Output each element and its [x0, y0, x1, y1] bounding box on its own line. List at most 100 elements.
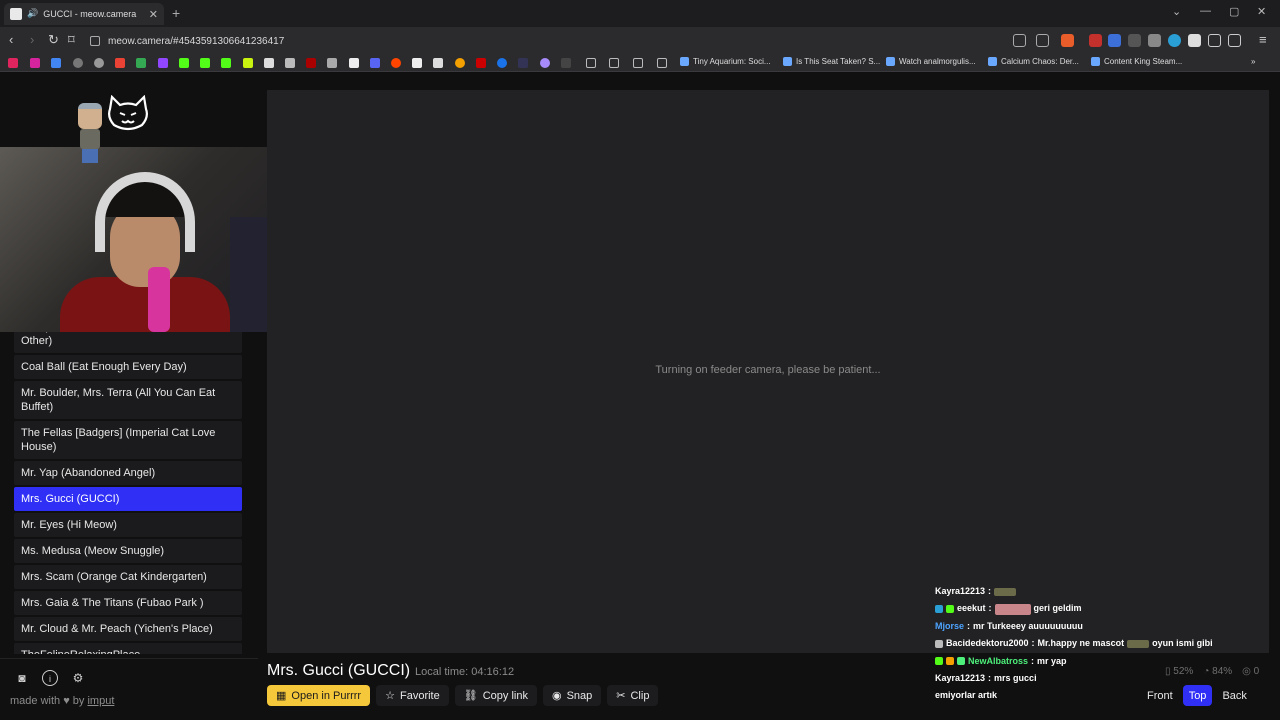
info-icon[interactable]: i [42, 670, 58, 686]
favorite-button[interactable]: ☆ Favorite [376, 685, 449, 706]
camera-list-item[interactable]: Ms. Medusa (Meow Snuggle) [14, 539, 242, 563]
bookmark-favicon-icon[interactable] [306, 58, 316, 68]
more-bookmarks-icon[interactable]: » [1251, 57, 1255, 66]
bookmark-link[interactable]: Content King Steam... [1091, 57, 1182, 66]
star-icon: ☆ [385, 690, 395, 702]
bookmarks-bar: Tiny Aquarium: Soci... Is This Seat Take… [0, 54, 1280, 72]
camera-icon: ◉ [551, 690, 562, 702]
forward-icon[interactable]: › [30, 32, 34, 47]
bookmark-favicon-icon[interactable] [73, 58, 83, 68]
bookmark-icon[interactable]: ⌑ [68, 32, 75, 48]
bookmark-favicon-icon[interactable] [497, 58, 507, 68]
maximize-icon[interactable]: ▢ [1229, 5, 1239, 18]
camera-player[interactable]: Turning on feeder camera, please be pati… [267, 90, 1269, 653]
camera-list-item[interactable]: TheFelineRelaxingPlace [14, 643, 242, 654]
cat-logo-icon [108, 95, 148, 131]
bookmark-favicon-icon[interactable] [221, 58, 231, 68]
close-window-icon[interactable]: ✕ [1257, 5, 1266, 18]
camera-list-item[interactable]: Mr. Yap (Abandoned Angel) [14, 461, 242, 485]
settings-gear-icon[interactable]: ⚙ [70, 670, 86, 686]
extension-icon[interactable] [1128, 34, 1141, 47]
bookmark-link[interactable]: Is This Seat Taken? S... [783, 57, 880, 66]
scissors-icon: ✂ [616, 690, 626, 702]
folder-icon[interactable] [586, 58, 596, 68]
author-link[interactable]: imput [87, 695, 114, 707]
bookmark-favicon-icon[interactable] [200, 58, 210, 68]
tab-search-icon[interactable]: ⌄ [1172, 5, 1181, 18]
extension-icon[interactable] [1168, 34, 1181, 47]
extensions-puzzle-icon[interactable] [1208, 34, 1221, 47]
bookmark-favicon-icon[interactable] [264, 58, 274, 68]
bookmark-favicon-icon[interactable] [412, 58, 422, 68]
bookmark-favicon-icon[interactable] [94, 58, 104, 68]
bookmark-link[interactable]: Watch analmorgulis... [886, 57, 976, 66]
discord-icon[interactable]: ◙ [14, 670, 30, 686]
copy-link-button[interactable]: ⛓ Copy link [454, 685, 537, 706]
folder-icon[interactable] [657, 58, 667, 68]
menu-icon[interactable]: ≡ [1259, 32, 1267, 47]
bookmark-favicon-icon[interactable] [391, 58, 401, 68]
bookmark-favicon-icon[interactable] [476, 58, 486, 68]
page: Bob (Harbor Of Cats Who Love Each Other)… [0, 73, 1280, 720]
snap-button[interactable]: ◉ Snap [542, 685, 602, 706]
bookmark-favicon-icon[interactable] [158, 58, 168, 68]
camera-list[interactable]: Bob (Harbor Of Cats Who Love Each Other)… [14, 323, 242, 654]
bookmark-favicon-icon[interactable] [51, 58, 61, 68]
camera-list-item[interactable]: Coal Ball (Eat Enough Every Day) [14, 355, 242, 379]
folder-icon[interactable] [633, 58, 643, 68]
browser-tab-bar: 🔊 GUCCI - meow.camera ✕ + ⌄ — ▢ ✕ [0, 0, 1280, 27]
bookmark-favicon-icon[interactable] [349, 58, 359, 68]
open-in-purrrr-button[interactable]: ▦ Open in Purrrr [267, 685, 371, 706]
minimize-icon[interactable]: — [1200, 5, 1211, 17]
new-tab-icon[interactable]: + [172, 5, 180, 21]
bookmark-favicon-icon[interactable] [30, 58, 40, 68]
extension-icon[interactable] [1108, 34, 1121, 47]
extension-icon[interactable] [1148, 34, 1161, 47]
bookmark-favicon-icon[interactable] [455, 58, 465, 68]
close-tab-icon[interactable]: ✕ [149, 8, 158, 21]
headphones [95, 172, 195, 252]
audio-icon[interactable]: 🔊 [27, 8, 38, 20]
bookmark-favicon-icon[interactable] [136, 58, 146, 68]
bookmark-favicon-icon[interactable] [115, 58, 125, 68]
extension-icon[interactable] [1188, 34, 1201, 47]
bookmark-favicon-icon[interactable] [433, 58, 443, 68]
heart-icon: ♥ [63, 695, 70, 707]
sidebar-toggle-icon[interactable] [1228, 34, 1241, 47]
url-field[interactable]: meow.camera/#4543591306641236417 [90, 32, 1050, 50]
bookmark-favicon-icon[interactable] [243, 58, 253, 68]
bookmark-favicon-icon[interactable] [8, 58, 18, 68]
reload-icon[interactable]: ↻ [48, 32, 59, 48]
back-icon[interactable]: ‹ [9, 32, 13, 47]
camera-list-item[interactable]: Mrs. Scam (Orange Cat Kindergarten) [14, 565, 242, 589]
site-icon [886, 57, 895, 66]
share-icon[interactable] [1036, 34, 1049, 47]
camera-list-item[interactable]: The Fellas [Badgers] (Imperial Cat Love … [14, 421, 242, 459]
browser-tab[interactable]: 🔊 GUCCI - meow.camera ✕ [4, 3, 164, 25]
camera-list-item-active[interactable]: Mrs. Gucci (GUCCI) [14, 487, 242, 511]
folder-icon[interactable] [609, 58, 619, 68]
clip-button[interactable]: ✂ Clip [607, 685, 659, 706]
brave-shields-icon[interactable] [1061, 34, 1074, 47]
history-icon[interactable] [1013, 34, 1026, 47]
bookmark-link[interactable]: Tiny Aquarium: Soci... [680, 57, 771, 66]
site-info-icon[interactable] [90, 36, 100, 46]
bookmark-favicon-icon[interactable] [370, 58, 380, 68]
bookmark-favicon-icon[interactable] [540, 58, 550, 68]
camera-list-item[interactable]: Mrs. Gaia & The Titans (Fubao Park ) [14, 591, 242, 615]
chat-message: emiyorlar artık [935, 690, 998, 701]
bookmark-favicon-icon[interactable] [327, 58, 337, 68]
ublock-icon[interactable] [1089, 34, 1102, 47]
badge-icon [935, 639, 943, 648]
bookmark-link[interactable]: Calcium Chaos: Der... [988, 57, 1079, 66]
badge-icon [946, 657, 954, 666]
badge-icon [957, 657, 965, 666]
camera-list-item[interactable]: Mr. Boulder, Mrs. Terra (All You Can Eat… [14, 381, 242, 419]
bookmark-favicon-icon[interactable] [561, 58, 571, 68]
bookmark-favicon-icon[interactable] [285, 58, 295, 68]
camera-list-item[interactable]: Mr. Cloud & Mr. Peach (Yichen's Place) [14, 617, 242, 641]
grid-icon: ▦ [276, 690, 287, 702]
camera-list-item[interactable]: Mr. Eyes (Hi Meow) [14, 513, 242, 537]
bookmark-favicon-icon[interactable] [518, 58, 528, 68]
bookmark-favicon-icon[interactable] [179, 58, 189, 68]
